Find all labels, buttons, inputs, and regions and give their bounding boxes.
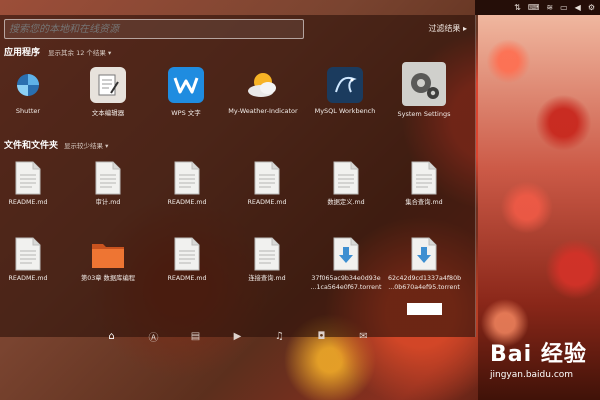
app-label: MySQL Workbench xyxy=(314,107,376,115)
document-icon xyxy=(411,161,437,195)
file-readme-3[interactable]: README.md xyxy=(231,161,303,207)
social-lens-icon[interactable]: ✉ xyxy=(357,330,371,344)
file-label: README.md xyxy=(8,199,48,206)
settings-icon[interactable]: ⚙ xyxy=(588,0,595,15)
apps-more-results-link[interactable]: 显示其余 12 个结果 ▾ xyxy=(48,47,111,57)
file-torrent-2[interactable]: 62c42d9cd1337a4f80b ...0b670a4ef95.torre… xyxy=(388,237,462,292)
app-label: 文本编辑器 xyxy=(91,109,125,117)
file-label: 数据定义.md xyxy=(327,199,365,206)
files-fewer-results-link[interactable]: 显示较少结果 ▾ xyxy=(64,140,108,150)
folder-db-programming[interactable]: 第03章 数据库编程 xyxy=(72,237,144,283)
folder-icon xyxy=(92,244,124,268)
applications-lens-icon[interactable]: Ⓐ xyxy=(147,330,161,344)
files-section-title: 文件和文件夹 xyxy=(4,141,59,151)
download-file-icon xyxy=(333,237,359,271)
keyboard-icon[interactable]: ⌨ xyxy=(528,0,540,15)
chevron-down-icon: ▾ xyxy=(105,142,109,150)
system-settings-icon xyxy=(402,62,446,106)
text-editor-icon xyxy=(90,67,126,103)
document-icon xyxy=(174,161,200,195)
mysql-workbench-icon xyxy=(327,67,363,103)
file-set-query[interactable]: 集合查询.md xyxy=(388,161,460,207)
highlight-box xyxy=(407,303,442,315)
file-label: README.md xyxy=(167,275,207,282)
app-weather-indicator[interactable]: My-Weather-Indicator xyxy=(228,67,298,115)
files-lens-icon[interactable]: ▤ xyxy=(189,330,203,344)
network-icon[interactable]: ⇅ xyxy=(514,0,521,15)
file-torrent-1[interactable]: 37f065ac9b34e0d93e ...1ca564e0f67.torren… xyxy=(310,237,382,292)
file-join-query[interactable]: 连接查询.md xyxy=(231,237,303,283)
app-label: My-Weather-Indicator xyxy=(228,107,298,115)
app-wps-writer[interactable]: WPS 文字 xyxy=(151,67,221,117)
document-icon xyxy=(15,161,41,195)
document-icon xyxy=(254,161,280,195)
battery-icon[interactable]: ▭ xyxy=(560,0,568,15)
apps-more-results-label: 显示其余 12 个结果 xyxy=(48,49,106,57)
apps-section-title: 应用程序 xyxy=(4,48,41,58)
document-icon xyxy=(15,237,41,271)
file-label: 37f065ac9b34e0d93e xyxy=(311,275,381,282)
file-audit[interactable]: 审计.md xyxy=(72,161,144,207)
watermark-url: jingyan.baidu.com xyxy=(490,370,574,380)
document-icon xyxy=(95,161,121,195)
app-shutter[interactable]: Shutter xyxy=(0,67,63,115)
file-label: 第03章 数据库编程 xyxy=(80,275,136,282)
file-label: README.md xyxy=(167,199,207,206)
chevron-right-icon: ▸ xyxy=(462,24,467,33)
file-label: README.md xyxy=(8,275,48,282)
video-lens-icon[interactable]: ▶ xyxy=(231,330,245,344)
app-system-settings[interactable]: System Settings xyxy=(389,62,459,118)
files-fewer-results-label: 显示较少结果 xyxy=(64,142,103,150)
photos-lens-icon[interactable]: ◘ xyxy=(315,330,329,344)
unity-dash: 过滤结果 ▸ 应用程序 显示其余 12 个结果 ▾ Shutter 文本编辑器 … xyxy=(0,15,476,344)
file-label: 集合查询.md xyxy=(405,199,443,206)
wifi-icon[interactable]: ≋ xyxy=(546,0,553,15)
document-icon xyxy=(174,237,200,271)
top-panel: ⇅ ⌨ ≋ ▭ ◀ ⚙ xyxy=(475,0,600,15)
wps-writer-icon xyxy=(168,67,204,103)
file-label-line2: ...0b670a4ef95.torrent xyxy=(388,284,460,291)
download-file-icon xyxy=(411,237,437,271)
file-label: 审计.md xyxy=(95,199,121,206)
filter-results-label: 过滤结果 xyxy=(428,24,461,33)
file-readme-5[interactable]: README.md xyxy=(151,237,223,283)
search-input[interactable] xyxy=(4,19,304,39)
chevron-down-icon: ▾ xyxy=(107,49,112,57)
app-label: Shutter xyxy=(15,107,41,115)
weather-icon xyxy=(245,67,281,103)
file-readme-2[interactable]: README.md xyxy=(151,161,223,207)
file-label-line2: ...1ca564e0f67.torrent xyxy=(310,284,382,291)
file-readme-1[interactable]: README.md xyxy=(0,161,64,207)
app-mysql-workbench[interactable]: MySQL Workbench xyxy=(310,67,380,115)
app-label: WPS 文字 xyxy=(171,109,201,117)
file-data-definition[interactable]: 数据定义.md xyxy=(310,161,382,207)
file-label: 62c42d9cd1337a4f80b xyxy=(388,275,462,282)
file-label: 连接查询.md xyxy=(248,275,286,282)
watermark-logo: Bai 经验 xyxy=(490,342,587,367)
volume-icon[interactable]: ◀ xyxy=(575,0,581,15)
shutter-icon xyxy=(10,67,46,103)
document-icon xyxy=(254,237,280,271)
document-icon xyxy=(333,161,359,195)
filter-results-button[interactable]: 过滤结果 ▸ xyxy=(428,23,467,34)
file-readme-4[interactable]: README.md xyxy=(0,237,64,283)
lens-bar: ⌂ Ⓐ ▤ ▶ ♫ ◘ ✉ xyxy=(0,321,475,352)
home-lens-icon[interactable]: ⌂ xyxy=(105,330,119,344)
file-label: README.md xyxy=(247,199,287,206)
baidu-watermark: Bai 经验 jingyan.baidu.com xyxy=(490,336,600,396)
music-lens-icon[interactable]: ♫ xyxy=(273,330,287,344)
app-text-editor[interactable]: 文本编辑器 xyxy=(73,67,143,117)
app-label: System Settings xyxy=(397,110,451,118)
